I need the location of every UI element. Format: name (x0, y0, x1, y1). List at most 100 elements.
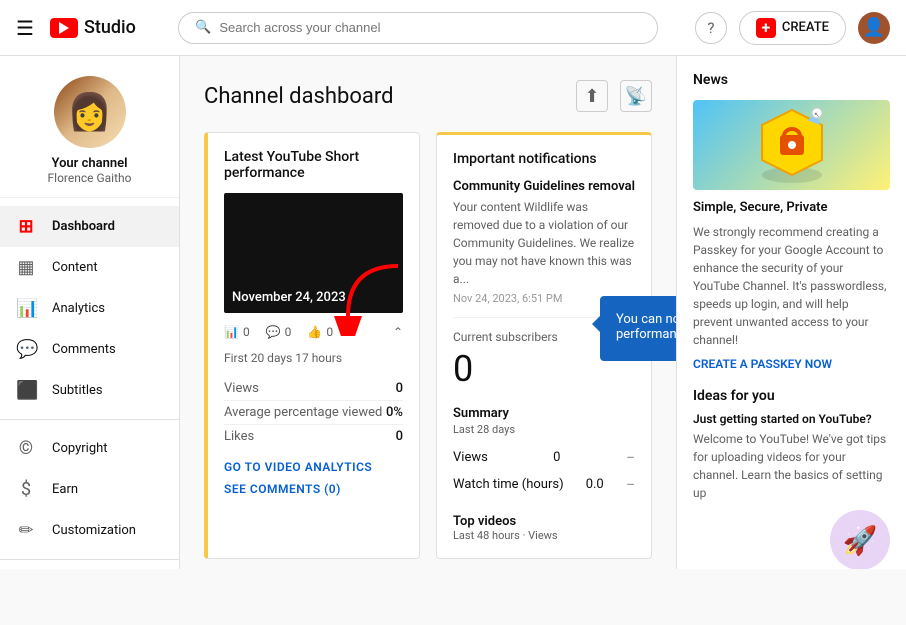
sidebar-item-label: Content (52, 260, 98, 275)
sidebar-item-comments[interactable]: 💬 Comments (0, 329, 179, 370)
content-icon: ▦ (16, 257, 36, 278)
likes-stat: 👍 0 (307, 325, 333, 339)
news-image: ↖ (693, 100, 890, 190)
create-icon: + (756, 18, 776, 38)
avatar[interactable]: 👤 (858, 12, 890, 44)
channel-handle: Florence Gaitho (48, 171, 132, 185)
copyright-icon: © (16, 438, 36, 459)
cast-icon[interactable]: 📡 (620, 80, 652, 112)
news-card-body: We strongly recommend creating a Passkey… (693, 223, 890, 349)
youtube-logo-icon (50, 18, 78, 38)
upload-icon[interactable]: ⬆ (576, 80, 608, 112)
nav-separator-2 (0, 559, 179, 560)
rocket-icon: 🚀 (830, 510, 890, 569)
sidebar-item-analytics[interactable]: 📊 Analytics (0, 288, 179, 329)
stats-value: 0 (396, 429, 403, 444)
collapse-icon[interactable]: ⌃ (393, 325, 403, 339)
sidebar-item-label: Subtitles (52, 383, 103, 398)
stats-row: Likes 0 (224, 425, 403, 448)
video-date: November 24, 2023 (232, 290, 346, 305)
logo-text: Studio (84, 17, 136, 38)
stats-label: Likes (224, 429, 254, 444)
hamburger-icon[interactable]: ☰ (16, 16, 34, 40)
subtitles-icon: ⬛ (16, 380, 36, 401)
sidebar-item-copyright[interactable]: © Copyright (0, 428, 179, 469)
search-input[interactable] (219, 20, 641, 35)
nav-separator (0, 419, 179, 420)
news-title: News (693, 72, 890, 88)
notif-card-title: Important notifications (453, 151, 635, 167)
sidebar-item-subtitles[interactable]: ⬛ Subtitles (0, 370, 179, 411)
channel-info: 👩 Your channel Florence Gaitho (0, 56, 179, 198)
sidebar-item-content[interactable]: ▦ Content (0, 247, 179, 288)
help-button[interactable]: ? (695, 12, 727, 44)
channel-name: Your channel (51, 156, 127, 171)
dashboard-icon: ⊞ (16, 216, 36, 237)
summary-dash: − (626, 475, 635, 494)
ideas-body: Welcome to YouTube! We've got tips for u… (693, 430, 890, 502)
rocket-container: 🚀 (693, 510, 890, 569)
sidebar-item-customization[interactable]: ✏ Customization (0, 510, 179, 551)
duration-text: First 20 days 17 hours (224, 351, 403, 365)
sidebar-item-earn[interactable]: $ Earn (0, 469, 179, 510)
summary-subtitle: Last 28 days (453, 423, 635, 436)
right-panel: News ↖ Simple, Secure, Private We strong… (676, 56, 906, 569)
dashboard-grid: Latest YouTube Short performance Novembe… (204, 132, 652, 559)
shield-illustration: ↖ (742, 105, 842, 185)
tooltip-text: You can now hide video ranking and perfo… (616, 312, 676, 342)
comments-stat: 💬 0 (266, 325, 292, 339)
summary-title: Summary (453, 406, 635, 421)
top-nav: ☰ Studio 🔍 ? + CREATE 👤 (0, 0, 906, 56)
summary-value: 0.0 (586, 477, 604, 492)
sidebar-item-label: Customization (52, 523, 136, 538)
nav-right: ? + CREATE 👤 (695, 11, 890, 45)
search-bar[interactable]: 🔍 (178, 12, 658, 44)
sidebar-item-label: Comments (52, 342, 116, 357)
ideas-title: Ideas for you (693, 388, 890, 404)
go-to-analytics-link[interactable]: GO TO VIDEO ANALYTICS (224, 460, 403, 474)
video-preview: November 24, 2023 (224, 193, 403, 313)
sidebar-item-label: Copyright (52, 441, 108, 456)
tooltip-popup: You can now hide video ranking and perfo… (600, 296, 676, 361)
video-stats: 📊 0 💬 0 👍 0 ⌃ (224, 325, 403, 339)
summary-label: Views (453, 450, 488, 465)
stats-label: Average percentage viewed (224, 405, 382, 420)
stats-row: Average percentage viewed 0% (224, 401, 403, 425)
analytics-icon: 📊 (16, 298, 36, 319)
header-actions: ⬆ 📡 (576, 80, 652, 112)
top-videos-title: Top videos (453, 514, 635, 529)
logo: Studio (50, 17, 136, 38)
top-videos-sub: Last 48 hours · Views (453, 529, 635, 542)
create-label: CREATE (782, 20, 829, 35)
sidebar: 👩 Your channel Florence Gaitho ⊞ Dashboa… (0, 56, 180, 569)
stats-table: Views 0 Average percentage viewed 0% Lik… (224, 377, 403, 448)
sidebar-item-dashboard[interactable]: ⊞ Dashboard (0, 206, 179, 247)
short-card-title: Latest YouTube Short performance (224, 149, 403, 181)
see-comments-link[interactable]: SEE COMMENTS (0) (224, 482, 403, 496)
summary-row: Watch time (hours) 0.0 − (453, 471, 635, 498)
sidebar-item-label: Dashboard (52, 219, 115, 234)
create-passkey-link[interactable]: CREATE A PASSKEY NOW (693, 357, 832, 371)
latest-short-card: Latest YouTube Short performance Novembe… (204, 132, 420, 559)
summary-section: Summary Last 28 days Views 0 − Watch tim… (453, 406, 635, 498)
sidebar-item-label: Earn (52, 482, 78, 497)
svg-text:↖: ↖ (814, 111, 820, 119)
stats-value: 0% (386, 405, 403, 420)
page-header: Channel dashboard ⬆ 📡 (204, 80, 652, 112)
layout: 👩 Your channel Florence Gaitho ⊞ Dashboa… (0, 56, 906, 569)
customization-icon: ✏ (16, 520, 36, 541)
action-links: GO TO VIDEO ANALYTICS SEE COMMENTS (0) (224, 460, 403, 496)
earn-icon: $ (16, 479, 36, 500)
summary-value: 0 (553, 450, 560, 465)
news-card-title: Simple, Secure, Private (693, 200, 890, 215)
notif-body: Your content Wildlife was removed due to… (453, 198, 635, 288)
notif-title: Community Guidelines removal (453, 179, 635, 194)
summary-label: Watch time (hours) (453, 477, 564, 492)
channel-avatar[interactable]: 👩 (54, 76, 126, 148)
ideas-subtitle: Just getting started on YouTube? (693, 412, 890, 426)
stats-row: Views 0 (224, 377, 403, 401)
search-icon: 🔍 (195, 20, 211, 35)
summary-row: Views 0 − (453, 444, 635, 471)
create-button[interactable]: + CREATE (739, 11, 846, 45)
summary-dash: − (626, 448, 635, 467)
